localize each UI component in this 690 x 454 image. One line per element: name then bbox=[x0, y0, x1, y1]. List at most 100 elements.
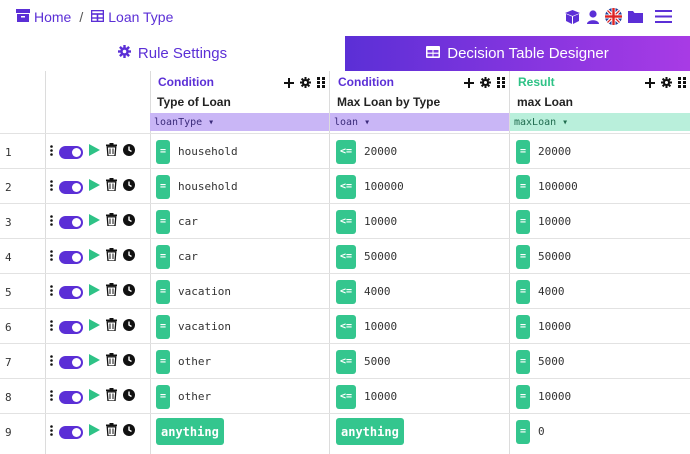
clock-icon[interactable] bbox=[123, 388, 135, 406]
cell-loan-type[interactable]: = car bbox=[156, 204, 198, 239]
cell-loan-type[interactable]: = other bbox=[156, 379, 211, 414]
row-menu-icon[interactable] bbox=[50, 388, 53, 406]
cell-max-loan-by-type[interactable]: <= 20000 bbox=[336, 134, 397, 169]
clock-icon[interactable] bbox=[123, 423, 135, 441]
row-menu-icon[interactable] bbox=[50, 213, 53, 231]
anything-chip[interactable]: anything bbox=[336, 418, 404, 445]
cell-max-loan[interactable]: = 20000 bbox=[516, 134, 571, 169]
operator-chip[interactable]: <= bbox=[336, 209, 356, 234]
plus-icon[interactable] bbox=[284, 75, 294, 93]
row-menu-icon[interactable] bbox=[50, 423, 53, 441]
cell-max-loan[interactable]: = 0 bbox=[516, 414, 545, 449]
play-icon[interactable] bbox=[89, 213, 100, 231]
plus-icon[interactable] bbox=[645, 75, 655, 93]
trash-icon[interactable] bbox=[106, 423, 117, 441]
row-enabled-toggle[interactable] bbox=[59, 320, 83, 334]
play-icon[interactable] bbox=[89, 178, 100, 196]
clock-icon[interactable] bbox=[123, 318, 135, 336]
package-icon[interactable] bbox=[564, 9, 581, 29]
trash-icon[interactable] bbox=[106, 388, 117, 406]
breadcrumb-home[interactable]: Home bbox=[16, 9, 71, 25]
user-icon[interactable] bbox=[587, 9, 599, 29]
column-variable-select[interactable]: loan ▾ bbox=[330, 113, 509, 131]
cell-max-loan[interactable]: = 4000 bbox=[516, 274, 565, 309]
cell-loan-type[interactable]: = household bbox=[156, 169, 238, 204]
operator-chip[interactable]: = bbox=[516, 279, 530, 304]
row-menu-icon[interactable] bbox=[50, 283, 53, 301]
row-enabled-toggle[interactable] bbox=[59, 250, 83, 264]
clock-icon[interactable] bbox=[123, 213, 135, 231]
operator-chip[interactable]: = bbox=[156, 384, 170, 409]
operator-chip[interactable]: <= bbox=[336, 279, 356, 304]
play-icon[interactable] bbox=[89, 353, 100, 371]
row-menu-icon[interactable] bbox=[50, 248, 53, 266]
trash-icon[interactable] bbox=[106, 318, 117, 336]
clock-icon[interactable] bbox=[123, 283, 135, 301]
cell-max-loan-by-type[interactable]: <= 10000 bbox=[336, 379, 397, 414]
tab-decision-table-designer[interactable]: Decision Table Designer bbox=[345, 36, 690, 71]
gear-icon[interactable] bbox=[300, 75, 311, 93]
row-menu-icon[interactable] bbox=[50, 178, 53, 196]
operator-chip[interactable]: <= bbox=[336, 349, 356, 374]
row-menu-icon[interactable] bbox=[50, 143, 53, 161]
operator-chip[interactable]: <= bbox=[336, 139, 356, 164]
cell-max-loan[interactable]: = 100000 bbox=[516, 169, 578, 204]
cell-max-loan-by-type[interactable]: <= 5000 bbox=[336, 344, 391, 379]
cell-max-loan-by-type[interactable]: <= 4000 bbox=[336, 274, 391, 309]
trash-icon[interactable] bbox=[106, 178, 117, 196]
operator-chip[interactable]: = bbox=[516, 419, 530, 444]
operator-chip[interactable]: = bbox=[516, 209, 530, 234]
operator-chip[interactable]: = bbox=[156, 349, 170, 374]
cell-max-loan[interactable]: = 5000 bbox=[516, 344, 565, 379]
cell-max-loan-by-type[interactable]: <= 50000 bbox=[336, 239, 397, 274]
clock-icon[interactable] bbox=[123, 248, 135, 266]
gear-icon[interactable] bbox=[480, 75, 491, 93]
cell-loan-type[interactable]: = household bbox=[156, 134, 238, 169]
trash-icon[interactable] bbox=[106, 248, 117, 266]
menu-icon[interactable] bbox=[655, 10, 672, 28]
operator-chip[interactable]: = bbox=[156, 244, 170, 269]
row-enabled-toggle[interactable] bbox=[59, 145, 83, 159]
trash-icon[interactable] bbox=[106, 283, 117, 301]
gear-icon[interactable] bbox=[661, 75, 672, 93]
cell-loan-type[interactable]: = other bbox=[156, 344, 211, 379]
operator-chip[interactable]: <= bbox=[336, 174, 356, 199]
row-enabled-toggle[interactable] bbox=[59, 215, 83, 229]
folder-icon[interactable] bbox=[628, 10, 643, 28]
clock-icon[interactable] bbox=[123, 178, 135, 196]
cell-max-loan[interactable]: = 10000 bbox=[516, 379, 571, 414]
clock-icon[interactable] bbox=[123, 143, 135, 161]
operator-chip[interactable]: = bbox=[156, 209, 170, 234]
cell-loan-type[interactable]: = vacation bbox=[156, 309, 231, 344]
trash-icon[interactable] bbox=[106, 143, 117, 161]
play-icon[interactable] bbox=[89, 248, 100, 266]
cell-max-loan-by-type[interactable]: anything bbox=[336, 414, 404, 449]
breadcrumb-current[interactable]: Loan Type bbox=[90, 9, 173, 25]
operator-chip[interactable]: = bbox=[156, 174, 170, 199]
operator-chip[interactable]: <= bbox=[336, 384, 356, 409]
operator-chip[interactable]: <= bbox=[336, 244, 356, 269]
cell-max-loan[interactable]: = 10000 bbox=[516, 309, 571, 344]
cell-loan-type[interactable]: = vacation bbox=[156, 274, 231, 309]
trash-icon[interactable] bbox=[106, 213, 117, 231]
row-enabled-toggle[interactable] bbox=[59, 355, 83, 369]
drag-handle-icon[interactable] bbox=[497, 75, 505, 93]
trash-icon[interactable] bbox=[106, 353, 117, 371]
row-enabled-toggle[interactable] bbox=[59, 285, 83, 299]
play-icon[interactable] bbox=[89, 423, 100, 441]
row-enabled-toggle[interactable] bbox=[59, 180, 83, 194]
column-variable-select[interactable]: loanType ▾ bbox=[150, 113, 329, 131]
operator-chip[interactable]: = bbox=[516, 314, 530, 339]
column-variable-select[interactable]: maxLoan ▾ bbox=[510, 113, 690, 131]
row-menu-icon[interactable] bbox=[50, 318, 53, 336]
drag-handle-icon[interactable] bbox=[317, 75, 325, 93]
drag-handle-icon[interactable] bbox=[678, 75, 686, 93]
operator-chip[interactable]: = bbox=[516, 139, 530, 164]
operator-chip[interactable]: <= bbox=[336, 314, 356, 339]
anything-chip[interactable]: anything bbox=[156, 418, 224, 445]
cell-max-loan-by-type[interactable]: <= 10000 bbox=[336, 309, 397, 344]
tab-rule-settings[interactable]: Rule Settings bbox=[0, 36, 345, 71]
cell-loan-type[interactable]: anything bbox=[156, 414, 224, 449]
row-enabled-toggle[interactable] bbox=[59, 425, 83, 439]
row-menu-icon[interactable] bbox=[50, 353, 53, 371]
